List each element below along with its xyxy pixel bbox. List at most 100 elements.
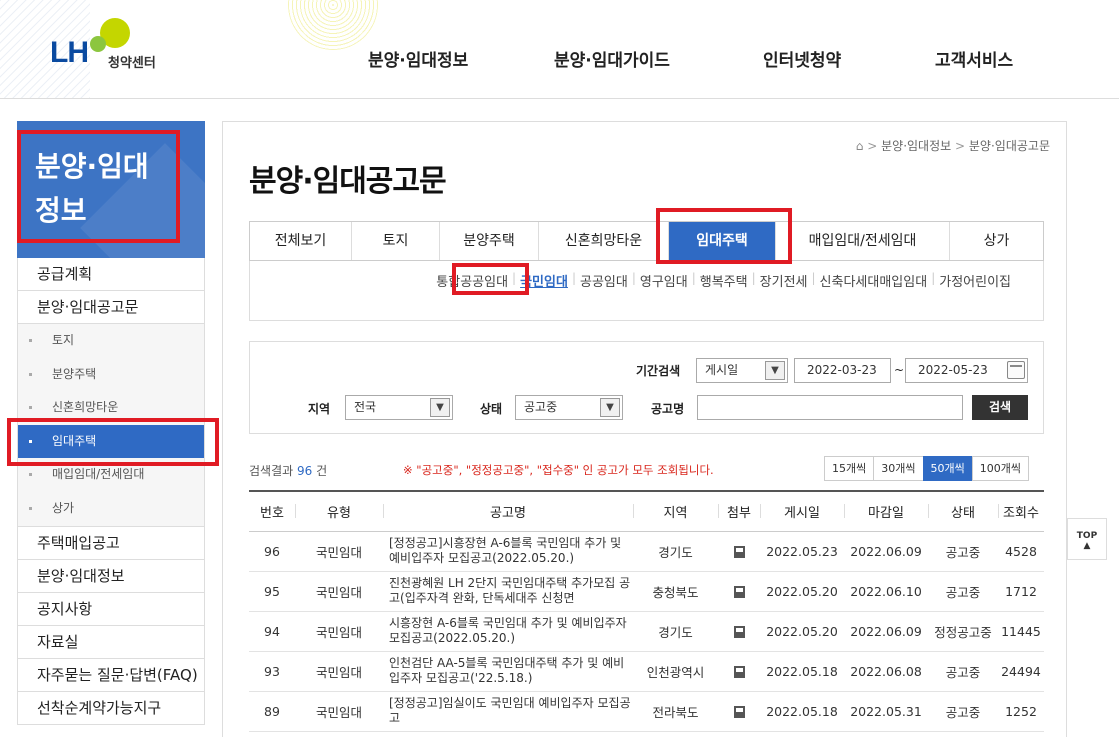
table-row[interactable]: 93 국민임대 인천검단 AA-5블록 국민임대주택 추가 및 예비입주자 모집… [249,651,1044,692]
row-type: 국민임대 [295,531,383,572]
page-size-100[interactable]: 100개씩 [971,456,1029,481]
date-to-input[interactable]: 2022-05-23 [905,358,1028,383]
row-title-link[interactable]: 인천검단 AA-5블록 국민임대주택 추가 및 예비입주자 모집공고('22.5… [383,651,633,692]
row-title-link[interactable]: [정정공고]임실이도 국민임대 예비입주자 모집공고 [383,691,633,732]
page-size-30[interactable]: 30개씩 [873,456,924,481]
gnb-item-guide[interactable]: 분양·임대가이드 [554,46,670,71]
lnb-item-supply-plan[interactable]: 공급계획 [17,258,205,291]
result-suffix: 건 [316,464,328,478]
row-views: 1252 [998,691,1044,732]
row-views: 1712 [998,571,1044,612]
tab-sale-housing[interactable]: 분양주택 [440,222,539,260]
breadcrumb-item-current: 분양·임대공고문 [968,139,1050,153]
subtab-new-multiplex[interactable]: 신축다세대매입임대 [816,271,932,290]
search-button[interactable]: 검색 [972,395,1028,420]
file-icon[interactable] [733,586,745,598]
row-no: 95 [249,571,295,612]
table-row[interactable]: 96 국민임대 [정정공고]시흥장현 A-6블록 국민임대 추가 및 예비입주자… [249,531,1044,572]
col-title: 공고명 [383,491,633,532]
row-type: 국민임대 [295,611,383,652]
gnb-item-info[interactable]: 분양·임대정보 [368,46,468,71]
page-size-15[interactable]: 15개씩 [824,456,875,481]
calendar-icon[interactable] [1007,361,1025,379]
caret-up-icon: ▲ [1083,541,1091,551]
date-separator: ~ [894,363,905,377]
tab-all[interactable]: 전체보기 [250,222,352,260]
period-type-value: 게시일 [705,363,739,377]
notice-table: 번호 유형 공고명 지역 첨부 게시일 마감일 상태 조회수 96 국민임대 [… [249,490,1044,732]
lnb-sub-sale-housing[interactable]: 분양주택 [18,358,204,392]
chevron-down-icon: ▼ [600,398,620,417]
tab-land[interactable]: 토지 [352,222,440,260]
col-attach: 첨부 [718,491,760,532]
tab-commercial[interactable]: 상가 [950,222,1043,260]
lnb-item-resources[interactable]: 자료실 [17,625,205,659]
table-row[interactable]: 94 국민임대 시흥장현 A-6블록 국민임대 추가 및 예비입주자 모집공고(… [249,611,1044,652]
file-icon[interactable] [733,546,745,558]
region-value: 전국 [354,400,377,414]
row-attach[interactable] [718,531,760,572]
subtab-permanent-rental[interactable]: 영구임대 [636,271,692,290]
home-icon[interactable]: ⌂ [856,139,864,153]
result-prefix: 검색결과 [249,464,294,478]
row-views: 4528 [998,531,1044,572]
lnb-sub-land[interactable]: 토지 [18,324,204,358]
page-title: 분양·임대공고문 [249,164,447,199]
header-decoration-circle [288,0,378,50]
row-attach[interactable] [718,611,760,652]
period-label: 기간검색 [636,364,681,378]
col-deadline: 마감일 [844,491,928,532]
subtab-daycare[interactable]: 가정어린이집 [935,271,1015,290]
row-title-link[interactable]: [정정공고]시흥장현 A-6블록 국민임대 추가 및 예비입주자 모집공고(20… [383,531,633,572]
category-tabs: 전체보기 토지 분양주택 신혼희망타운 임대주택 매입임대/전세임대 상가 [249,221,1044,261]
tab-newlywed-town[interactable]: 신혼희망타운 [539,222,669,260]
region-select[interactable]: 전국 ▼ [345,395,453,420]
row-deadline: 2022.05.31 [844,691,928,732]
status-select[interactable]: 공고중 ▼ [515,395,623,420]
lnb-item-sale-info[interactable]: 분양·임대정보 [17,559,205,593]
row-posted: 2022.05.18 [760,691,844,732]
logo-text: LH [50,36,89,69]
table-row[interactable]: 95 국민임대 진천광혜원 LH 2단지 국민임대주택 추가모집 공고(입주자격… [249,571,1044,612]
period-type-select[interactable]: 게시일 ▼ [696,358,788,383]
row-views: 24494 [998,651,1044,692]
file-icon[interactable] [733,706,745,718]
row-no: 93 [249,651,295,692]
subtab-long-term-lease[interactable]: 장기전세 [756,271,812,290]
row-attach[interactable] [718,651,760,692]
row-attach[interactable] [718,571,760,612]
gnb-item-service[interactable]: 고객서비스 [935,46,1013,71]
file-icon[interactable] [733,626,745,638]
name-input[interactable] [697,395,963,420]
subtab-public-rental[interactable]: 공공임대 [576,271,632,290]
lnb-item-announcements[interactable]: 공지사항 [17,592,205,626]
lnb-sub-commercial[interactable]: 상가 [18,492,204,526]
lnb-item-notices[interactable]: 분양·임대공고문 [17,291,205,324]
lnb-item-faq[interactable]: 자주묻는 질문·답변(FAQ) [17,658,205,692]
logo-subtitle: 청약센터 [108,56,156,71]
lnb-item-housing-purchase[interactable]: 주택매입공고 [17,526,205,560]
lnb-item-first-come[interactable]: 선착순계약가능지구 [17,691,205,725]
row-region: 경기도 [633,611,718,652]
result-count: 검색결과 96 건 [249,462,327,479]
table-row[interactable]: 89 국민임대 [정정공고]임실이도 국민임대 예비입주자 모집공고 전라북도 … [249,691,1044,732]
row-attach[interactable] [718,691,760,732]
row-title-link[interactable]: 진천광혜원 LH 2단지 국민임대주택 추가모집 공고(입주자격 완화, 단독세… [383,571,633,612]
page-size-50[interactable]: 50개씩 [922,456,973,481]
subtab-happy-housing[interactable]: 행복주택 [696,271,752,290]
row-title-link[interactable]: 시흥장현 A-6블록 국민임대 추가 및 예비입주자 모집공고(2022.05.… [383,611,633,652]
highlight-box-rental-tab [656,208,792,264]
highlight-box-rental-menu [7,418,219,466]
file-icon[interactable] [733,666,745,678]
header: LH 청약센터 분양·임대정보 분양·임대가이드 인터넷청약 고객서비스 [0,0,1119,99]
row-region: 전라북도 [633,691,718,732]
row-region: 경기도 [633,531,718,572]
region-label: 지역 [308,402,331,416]
row-no: 94 [249,611,295,652]
top-button[interactable]: TOP ▲ [1067,518,1107,560]
tab-purchase-rental[interactable]: 매입임대/전세임대 [776,222,950,260]
date-from-input[interactable]: 2022-03-23 [794,358,891,383]
lh-logo[interactable]: LH 청약센터 [50,14,170,74]
gnb-item-apply[interactable]: 인터넷청약 [763,46,841,71]
breadcrumb-item[interactable]: 분양·임대정보 [881,139,951,153]
